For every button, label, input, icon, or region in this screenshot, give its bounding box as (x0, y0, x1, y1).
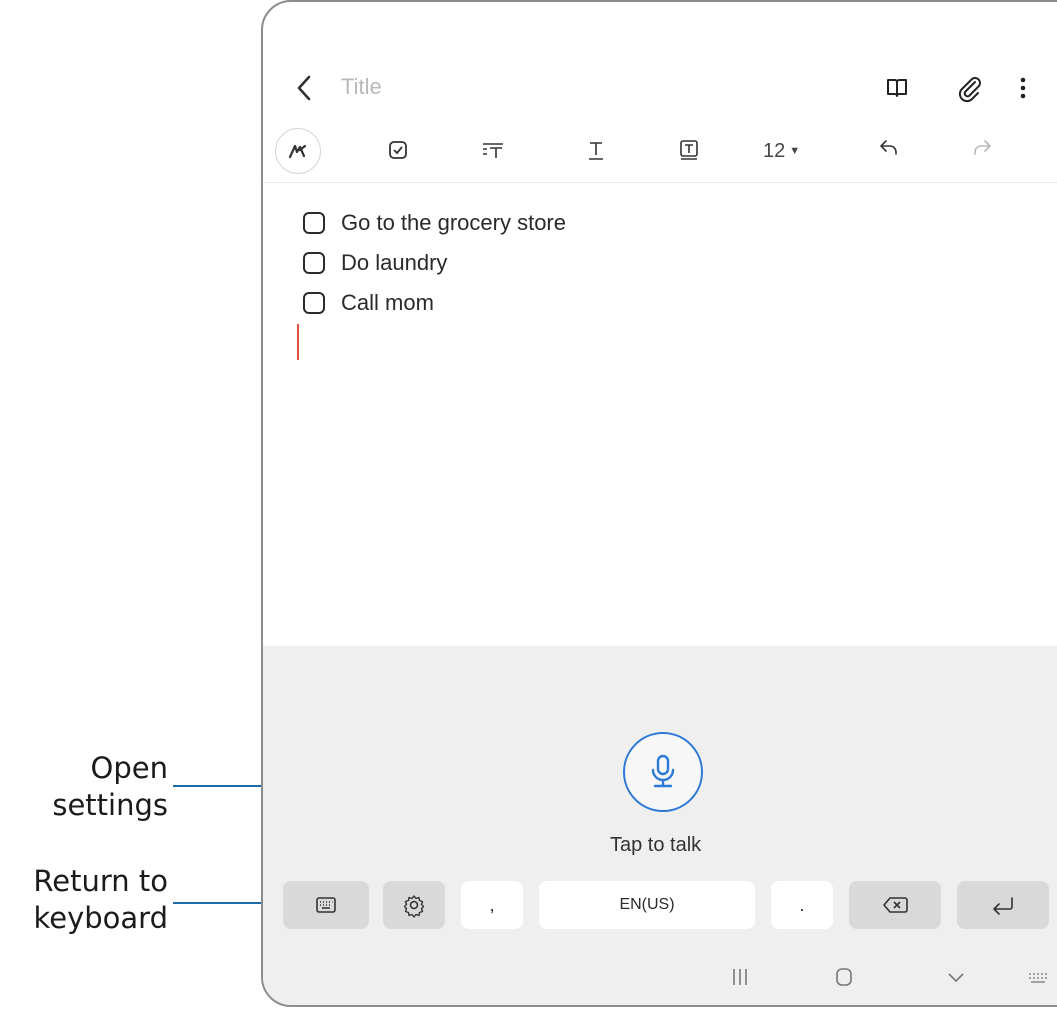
phone-frame: Title 12 ▼ Go to the grocery store Do la… (261, 0, 1057, 1007)
text-cursor (297, 324, 299, 360)
keyboard-icon (316, 897, 336, 913)
title-input[interactable]: Title (341, 74, 382, 100)
undo-button[interactable] (867, 130, 907, 170)
more-options-button[interactable] (1005, 70, 1041, 106)
item-label: Do laundry (341, 250, 448, 275)
item-label: Call mom (341, 290, 434, 315)
mic-button[interactable] (623, 732, 703, 812)
reading-mode-button[interactable] (879, 70, 915, 106)
list-item: Call mom (303, 285, 434, 321)
tap-to-talk-label: Tap to talk (610, 834, 702, 856)
back-button[interactable] (289, 70, 323, 106)
item-checkbox[interactable] (303, 252, 325, 274)
keyboard-switch-button[interactable] (1023, 962, 1053, 992)
callout-return-to-keyboard: Return to keyboard (33, 864, 168, 935)
back-nav-icon (948, 973, 964, 983)
attach-button[interactable] (952, 70, 988, 106)
pen-icon (288, 144, 307, 159)
redo-icon (974, 140, 991, 155)
callout-open-settings: Open settings (52, 751, 168, 822)
text-box-icon (680, 140, 698, 160)
text-style-icon (483, 143, 503, 158)
return-to-keyboard-key[interactable] (283, 881, 369, 929)
back-icon (297, 75, 311, 101)
book-icon (887, 79, 907, 97)
list-item: Go to the grocery store (303, 205, 566, 241)
checkbox-button[interactable] (378, 130, 418, 170)
paragraph-style-button[interactable] (473, 130, 513, 170)
language-key[interactable]: EN(US) (539, 881, 755, 929)
more-vert-icon (1020, 77, 1026, 99)
item-checkbox[interactable] (303, 212, 325, 234)
comma-key[interactable]: , (461, 881, 523, 929)
home-button[interactable] (829, 962, 859, 992)
enter-icon (993, 897, 1013, 915)
mic-icon (651, 754, 675, 788)
chevron-down-icon: ▼ (789, 145, 801, 157)
gear-icon (403, 895, 425, 918)
formatting-toolbar: 12 ▼ (263, 122, 1057, 183)
app-bar: Title (263, 62, 1057, 114)
backspace-icon (883, 897, 908, 913)
text-highlight-button[interactable] (669, 130, 709, 170)
text-format-button[interactable] (576, 130, 616, 170)
paperclip-icon (958, 77, 981, 103)
item-checkbox[interactable] (303, 292, 325, 314)
redo-button[interactable] (964, 130, 1004, 170)
checkbox-icon (389, 141, 407, 159)
enter-key[interactable] (957, 881, 1049, 929)
recents-icon (733, 969, 747, 985)
recents-button[interactable] (725, 962, 755, 992)
settings-key[interactable] (383, 881, 445, 929)
handwriting-button[interactable] (275, 128, 321, 174)
hide-keyboard-button[interactable] (941, 962, 971, 992)
home-icon (836, 968, 852, 986)
voice-input-panel: Tap to talk , EN(US) . (263, 646, 1057, 1005)
backspace-key[interactable] (849, 881, 941, 929)
period-key[interactable]: . (771, 881, 833, 929)
font-size-dropdown[interactable]: 12 ▼ (763, 140, 800, 163)
item-label: Go to the grocery store (341, 210, 566, 235)
list-item: Do laundry (303, 245, 447, 281)
undo-icon (880, 140, 897, 155)
keyboard-switch-icon (1029, 973, 1047, 983)
navigation-bar (263, 946, 1057, 1005)
text-underline-icon (589, 142, 603, 160)
